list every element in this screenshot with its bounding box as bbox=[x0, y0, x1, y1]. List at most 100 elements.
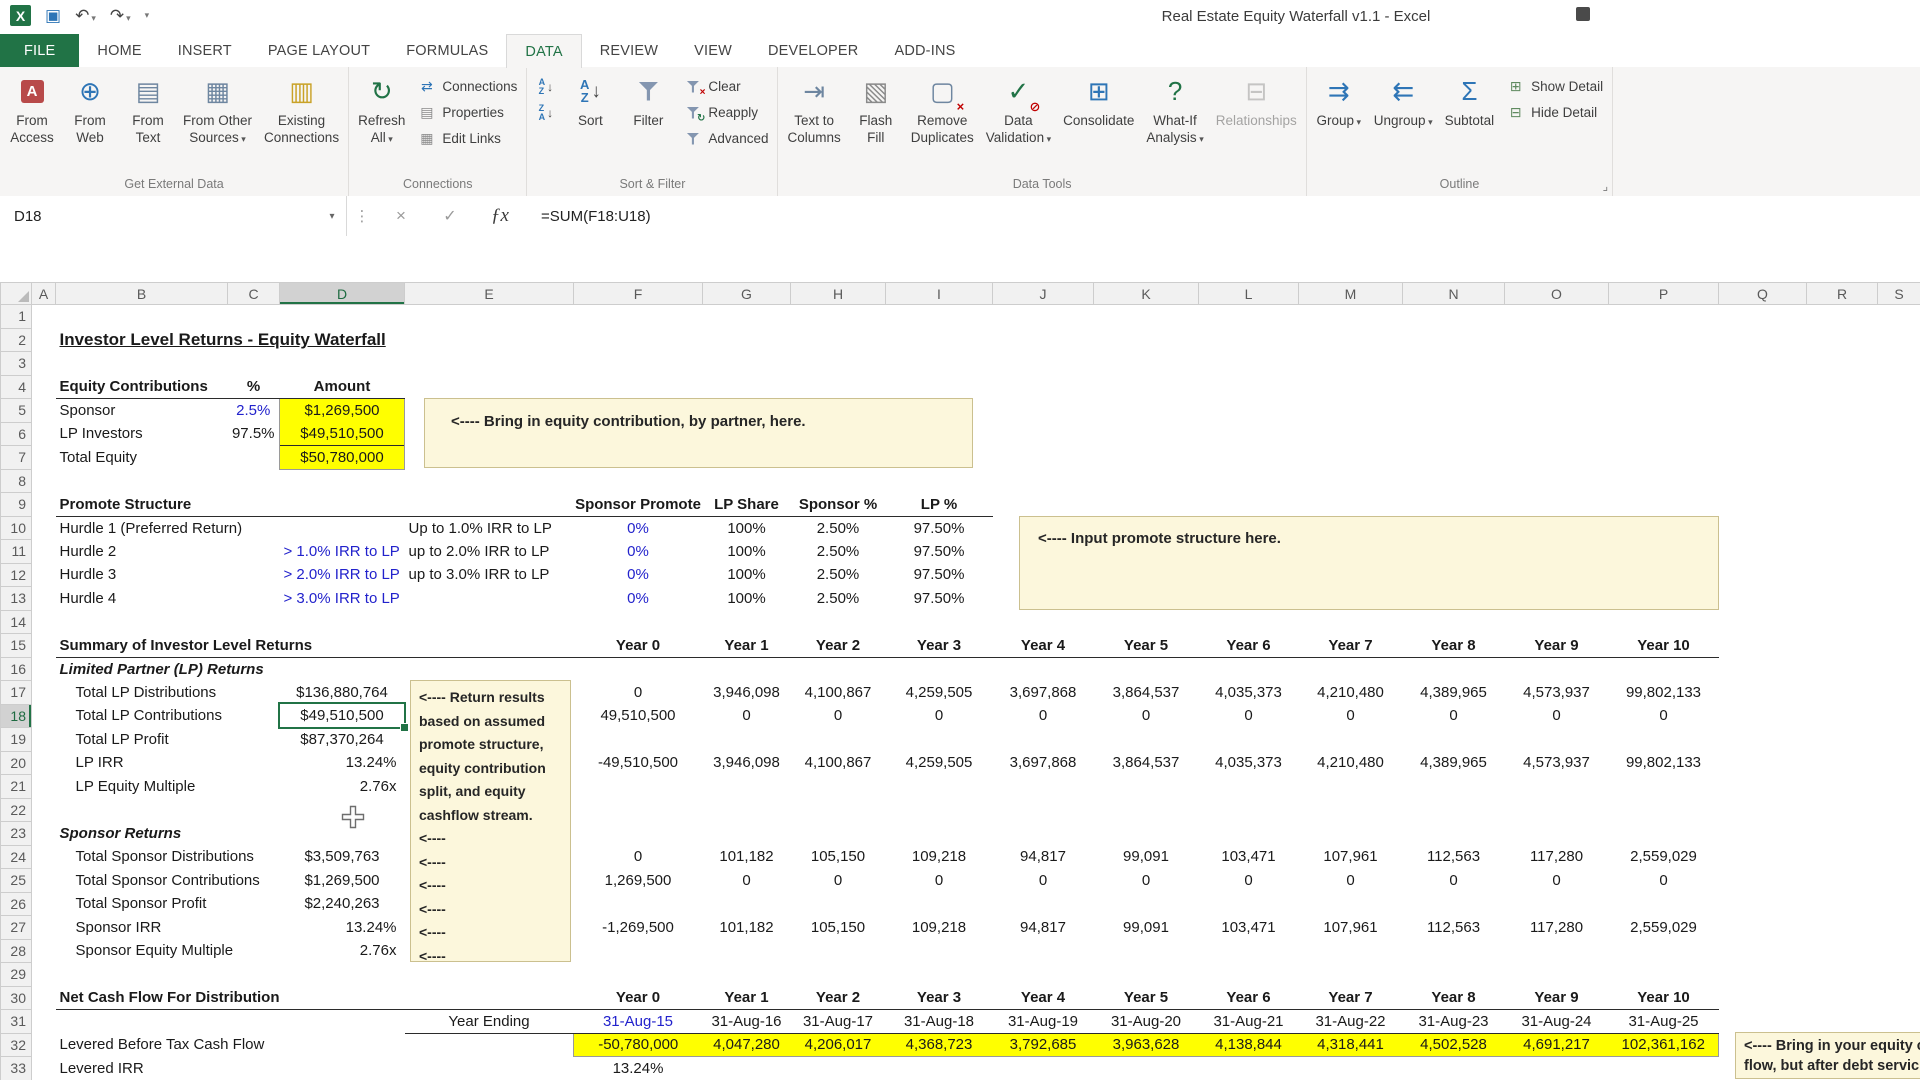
cell-I11[interactable]: 97.50% bbox=[886, 540, 993, 564]
column-header-S[interactable]: S bbox=[1878, 283, 1920, 305]
cell-C14[interactable] bbox=[228, 610, 280, 634]
cell-J1[interactable] bbox=[993, 305, 1094, 329]
cell-N1[interactable] bbox=[1403, 305, 1505, 329]
cell-C17[interactable] bbox=[228, 681, 280, 705]
cell-G29[interactable] bbox=[703, 963, 791, 987]
cell-M25[interactable]: 0 bbox=[1299, 869, 1403, 893]
cell-O5[interactable] bbox=[1505, 399, 1609, 423]
cell-P24[interactable]: 2,559,029 bbox=[1609, 845, 1719, 869]
cell-R28[interactable] bbox=[1807, 939, 1878, 963]
ribbon-display-options-icon[interactable] bbox=[1576, 7, 1590, 21]
cell-A6[interactable] bbox=[32, 422, 56, 446]
cell-E13[interactable] bbox=[405, 587, 574, 611]
cell-O23[interactable] bbox=[1505, 822, 1609, 846]
cell-B17[interactable]: Total LP Distributions bbox=[56, 681, 228, 705]
cell-D13[interactable]: > 3.0% IRR to LP bbox=[280, 587, 405, 611]
reapply-button[interactable]: ↻Reapply bbox=[683, 103, 768, 122]
cell-E31[interactable]: Year Ending bbox=[405, 1010, 574, 1034]
cell-P31[interactable]: 31-Aug-25 bbox=[1609, 1010, 1719, 1034]
cell-B31[interactable] bbox=[56, 1010, 228, 1034]
cell-K9[interactable] bbox=[1094, 493, 1199, 517]
cell-O27[interactable]: 117,280 bbox=[1505, 916, 1609, 940]
cell-P17[interactable]: 99,802,133 bbox=[1609, 681, 1719, 705]
cell-D26[interactable]: $2,240,263 bbox=[280, 892, 405, 916]
cell-N2[interactable] bbox=[1403, 328, 1505, 352]
cell-I20[interactable]: 4,259,505 bbox=[886, 751, 993, 775]
ungroup-button[interactable]: ⇇Ungroup ▾ bbox=[1368, 69, 1439, 169]
cell-G26[interactable] bbox=[703, 892, 791, 916]
tab-add-ins[interactable]: ADD-INS bbox=[876, 34, 973, 67]
cell-R19[interactable] bbox=[1807, 728, 1878, 752]
cell-J6[interactable] bbox=[993, 422, 1094, 446]
cell-B24[interactable]: Total Sponsor Distributions bbox=[56, 845, 228, 869]
cell-N33[interactable] bbox=[1403, 1057, 1505, 1080]
cell-S20[interactable] bbox=[1878, 751, 1920, 775]
cell-K25[interactable]: 0 bbox=[1094, 869, 1199, 893]
name-box-dropdown-icon[interactable]: ▾ bbox=[318, 211, 346, 222]
cell-J14[interactable] bbox=[993, 610, 1094, 634]
cell-D11[interactable]: > 1.0% IRR to LP bbox=[280, 540, 405, 564]
cell-A31[interactable] bbox=[32, 1010, 56, 1034]
cell-M17[interactable]: 4,210,480 bbox=[1299, 681, 1403, 705]
cell-D30[interactable] bbox=[280, 986, 405, 1010]
cell-M2[interactable] bbox=[1299, 328, 1403, 352]
cell-P25[interactable]: 0 bbox=[1609, 869, 1719, 893]
cell-G21[interactable] bbox=[703, 775, 791, 799]
cell-L19[interactable] bbox=[1199, 728, 1299, 752]
cell-K20[interactable]: 3,864,537 bbox=[1094, 751, 1199, 775]
cell-J32[interactable]: 3,792,685 bbox=[993, 1033, 1094, 1057]
column-header-F[interactable]: F bbox=[574, 283, 703, 305]
column-header-N[interactable]: N bbox=[1403, 283, 1505, 305]
cell-I1[interactable] bbox=[886, 305, 993, 329]
row-header-11[interactable]: 11 bbox=[1, 540, 32, 564]
tab-home[interactable]: HOME bbox=[79, 34, 159, 67]
cell-L14[interactable] bbox=[1199, 610, 1299, 634]
cell-Q20[interactable] bbox=[1719, 751, 1807, 775]
cell-Q14[interactable] bbox=[1719, 610, 1807, 634]
cell-C18[interactable] bbox=[228, 704, 280, 728]
cell-P26[interactable] bbox=[1609, 892, 1719, 916]
cell-K32[interactable]: 3,963,628 bbox=[1094, 1033, 1199, 1057]
cell-C3[interactable] bbox=[228, 352, 280, 376]
cell-A28[interactable] bbox=[32, 939, 56, 963]
dialog-launcher-icon[interactable]: ⌟ bbox=[1603, 179, 1609, 193]
name-box[interactable]: D18 ▾ bbox=[0, 196, 347, 236]
column-header-H[interactable]: H bbox=[791, 283, 886, 305]
cell-J3[interactable] bbox=[993, 352, 1094, 376]
cell-L15[interactable]: Year 6 bbox=[1199, 634, 1299, 658]
cell-C31[interactable] bbox=[228, 1010, 280, 1034]
cell-A30[interactable] bbox=[32, 986, 56, 1010]
cell-H9[interactable]: Sponsor % bbox=[791, 493, 886, 517]
cell-S1[interactable] bbox=[1878, 305, 1920, 329]
cell-D4[interactable]: Amount bbox=[280, 375, 405, 399]
cell-G27[interactable]: 101,182 bbox=[703, 916, 791, 940]
cell-R15[interactable] bbox=[1807, 634, 1878, 658]
cell-Q25[interactable] bbox=[1719, 869, 1807, 893]
enter-icon[interactable]: ✓ bbox=[425, 206, 475, 226]
cell-K18[interactable]: 0 bbox=[1094, 704, 1199, 728]
cell-M7[interactable] bbox=[1299, 446, 1403, 470]
cell-J31[interactable]: 31-Aug-19 bbox=[993, 1010, 1094, 1034]
cell-J22[interactable] bbox=[993, 798, 1094, 822]
cell-R29[interactable] bbox=[1807, 963, 1878, 987]
cell-O32[interactable]: 4,691,217 bbox=[1505, 1033, 1609, 1057]
cell-P30[interactable]: Year 10 bbox=[1609, 986, 1719, 1010]
row-header-2[interactable]: 2 bbox=[1, 328, 32, 352]
column-header-A[interactable]: A bbox=[32, 283, 56, 305]
cell-B19[interactable]: Total LP Profit bbox=[56, 728, 228, 752]
cell-N26[interactable] bbox=[1403, 892, 1505, 916]
row-header-27[interactable]: 27 bbox=[1, 916, 32, 940]
cell-Q1[interactable] bbox=[1719, 305, 1807, 329]
cell-L20[interactable]: 4,035,373 bbox=[1199, 751, 1299, 775]
cell-S28[interactable] bbox=[1878, 939, 1920, 963]
cell-S8[interactable] bbox=[1878, 469, 1920, 493]
cell-N3[interactable] bbox=[1403, 352, 1505, 376]
cell-A32[interactable] bbox=[32, 1033, 56, 1057]
cell-C21[interactable] bbox=[228, 775, 280, 799]
cell-A20[interactable] bbox=[32, 751, 56, 775]
cell-H18[interactable]: 0 bbox=[791, 704, 886, 728]
cell-C13[interactable] bbox=[228, 587, 280, 611]
cell-F2[interactable] bbox=[574, 328, 703, 352]
cell-N6[interactable] bbox=[1403, 422, 1505, 446]
cell-L9[interactable] bbox=[1199, 493, 1299, 517]
